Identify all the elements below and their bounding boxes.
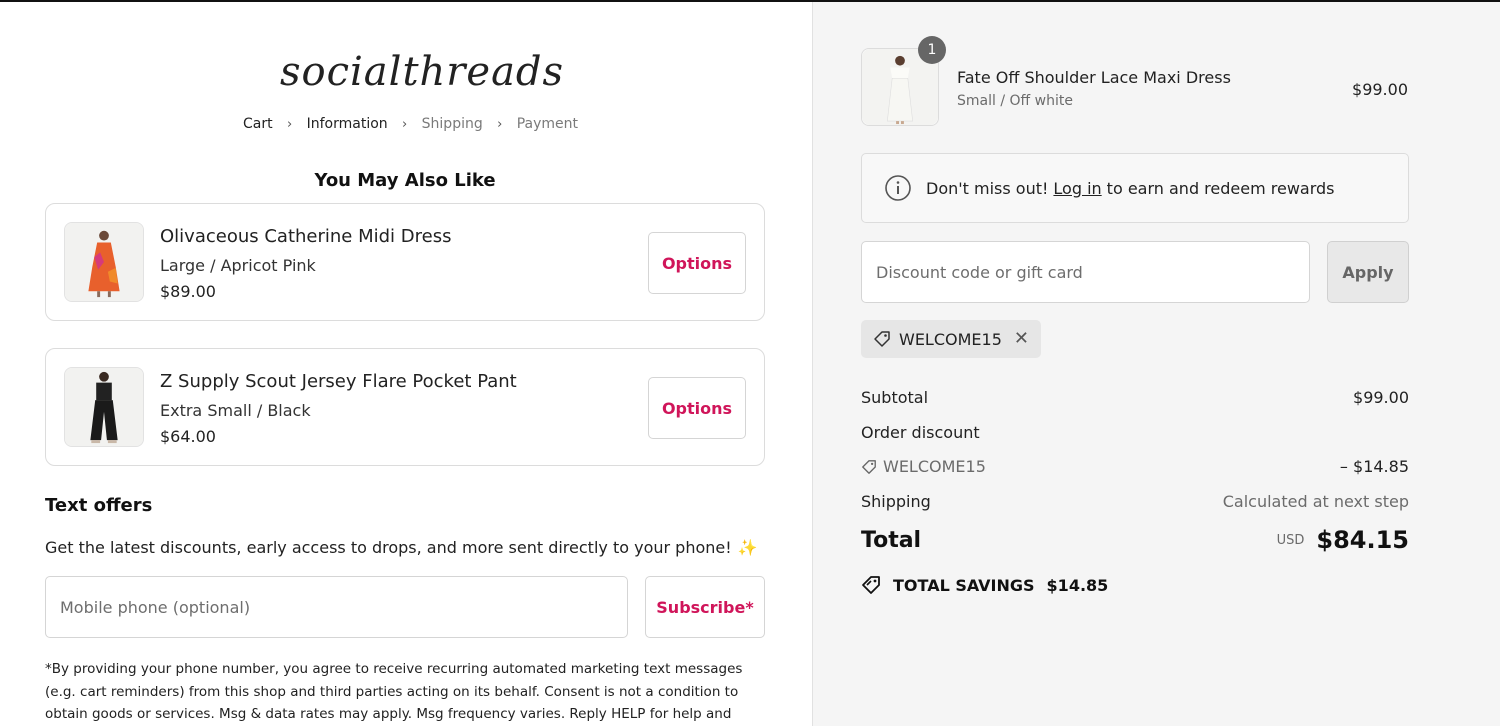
upsell-title: You May Also Like bbox=[314, 170, 496, 191]
rewards-suffix: to earn and redeem rewards bbox=[1106, 178, 1335, 198]
rewards-prefix: Don't miss out! bbox=[926, 178, 1049, 198]
order-discount-row: Order discount bbox=[861, 423, 1409, 442]
breadcrumb-shipping: Shipping bbox=[421, 116, 483, 132]
discount-code-row: WELCOME15 – $14.85 bbox=[861, 457, 1409, 476]
rewards-banner: Don't miss out! Log in to earn and redee… bbox=[861, 153, 1409, 223]
savings-label: TOTAL SAVINGS bbox=[893, 575, 1035, 595]
total-label: Total bbox=[861, 527, 922, 553]
upsell-card: Z Supply Scout Jersey Flare Pocket Pant … bbox=[45, 348, 765, 466]
subtotal-row: Subtotal $99.00 bbox=[861, 388, 1409, 407]
breadcrumb: Cart › Information › Shipping › Payment bbox=[243, 116, 578, 132]
applied-discount-chip: WELCOME15 ✕ bbox=[861, 320, 1041, 358]
total-amount: $84.15 bbox=[1316, 526, 1409, 554]
close-icon[interactable]: ✕ bbox=[1014, 330, 1029, 348]
shipping-label: Shipping bbox=[861, 492, 931, 511]
options-button[interactable]: Options bbox=[648, 377, 746, 439]
shipping-value: Calculated at next step bbox=[1222, 492, 1409, 511]
product-image bbox=[64, 222, 144, 302]
chevron-right-icon: › bbox=[402, 116, 408, 132]
product-name: Z Supply Scout Jersey Flare Pocket Pant bbox=[160, 371, 517, 392]
chevron-right-icon: › bbox=[497, 116, 503, 132]
discount-code-input[interactable] bbox=[861, 241, 1310, 303]
total-savings: TOTAL SAVINGS $14.85 bbox=[861, 575, 1108, 595]
product-variant: Extra Small / Black bbox=[160, 401, 311, 420]
order-discount-label: Order discount bbox=[861, 423, 980, 442]
order-summary-sidebar: 1 Fate Off Shoulder Lace Maxi Dress Smal… bbox=[812, 2, 1500, 726]
savings-value: $14.85 bbox=[1046, 575, 1109, 595]
tag-icon bbox=[862, 576, 880, 594]
breadcrumb-cart[interactable]: Cart bbox=[243, 116, 273, 132]
chevron-right-icon: › bbox=[287, 116, 293, 132]
text-offers-text: Get the latest discounts, early access t… bbox=[45, 538, 732, 557]
cart-item-name: Fate Off Shoulder Lace Maxi Dress bbox=[957, 68, 1231, 87]
info-icon bbox=[885, 175, 911, 201]
product-variant: Large / Apricot Pink bbox=[160, 256, 316, 275]
cart-item-price: $99.00 bbox=[1352, 80, 1408, 99]
sparkle-icon: ✨ bbox=[737, 538, 758, 557]
product-price: $89.00 bbox=[160, 282, 216, 301]
discount-value: – $14.85 bbox=[1339, 457, 1409, 476]
subtotal-value: $99.00 bbox=[1353, 388, 1409, 407]
breadcrumb-information: Information bbox=[306, 116, 388, 132]
discount-code-label: WELCOME15 bbox=[861, 457, 986, 476]
applied-code-label: WELCOME15 bbox=[899, 329, 1002, 349]
discount-code-text: WELCOME15 bbox=[883, 457, 986, 476]
tag-icon bbox=[874, 331, 890, 347]
quantity-badge: 1 bbox=[918, 36, 946, 64]
product-image bbox=[64, 367, 144, 447]
total-amount-group: USD $84.15 bbox=[1277, 526, 1409, 554]
login-link[interactable]: Log in bbox=[1053, 179, 1101, 198]
options-button[interactable]: Options bbox=[648, 232, 746, 294]
product-name: Olivaceous Catherine Midi Dress bbox=[160, 226, 452, 247]
currency-code: USD bbox=[1276, 532, 1305, 548]
cart-item-variant: Small / Off white bbox=[957, 93, 1073, 109]
upsell-card: Olivaceous Catherine Midi Dress Large / … bbox=[45, 203, 765, 321]
shipping-row: Shipping Calculated at next step bbox=[861, 492, 1409, 511]
store-logo[interactable]: socialthreads bbox=[280, 42, 563, 102]
breadcrumb-payment: Payment bbox=[516, 116, 579, 132]
sms-disclaimer: *By providing your phone number, you agr… bbox=[45, 661, 743, 722]
text-offers-heading: Text offers bbox=[45, 495, 153, 516]
subscribe-button[interactable]: Subscribe* bbox=[645, 576, 765, 638]
tag-icon bbox=[862, 459, 876, 474]
mobile-phone-input[interactable] bbox=[45, 576, 628, 638]
total-row: Total USD $84.15 bbox=[861, 526, 1409, 554]
apply-button[interactable]: Apply bbox=[1327, 241, 1409, 303]
cart-item-image: 1 bbox=[861, 36, 946, 126]
product-price: $64.00 bbox=[160, 427, 216, 446]
text-offers-description: Get the latest discounts, early access t… bbox=[45, 538, 758, 557]
main-column: socialthreads Cart › Information › Shipp… bbox=[0, 2, 812, 726]
subtotal-label: Subtotal bbox=[861, 388, 929, 407]
